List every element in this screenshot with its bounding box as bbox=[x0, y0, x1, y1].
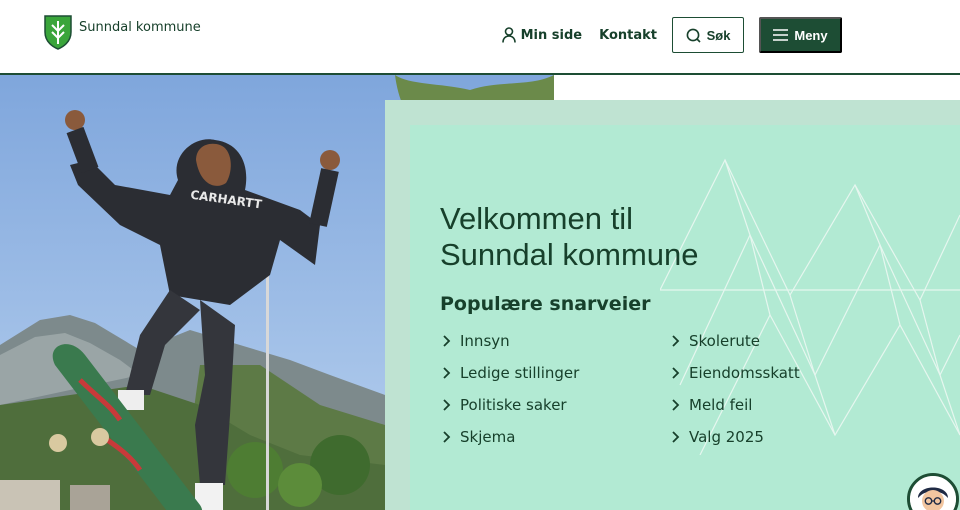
shortcut-label: Skjema bbox=[460, 428, 516, 446]
shortcut-link-valg-2025[interactable]: Valg 2025 bbox=[669, 427, 898, 447]
user-icon bbox=[501, 27, 516, 43]
chevron-right-icon bbox=[672, 431, 680, 443]
shortcut-label: Eiendomsskatt bbox=[689, 364, 800, 382]
shortcut-link-innsyn[interactable]: Innsyn bbox=[440, 331, 669, 351]
shortcut-label: Politiske saker bbox=[460, 396, 567, 414]
shortcut-link-skolerute[interactable]: Skolerute bbox=[669, 331, 898, 351]
shortcut-label: Skolerute bbox=[689, 332, 761, 350]
shortcuts-heading: Populære snarveier bbox=[440, 293, 651, 315]
chevron-right-icon bbox=[443, 431, 451, 443]
site-header: Sunndal kommune Min side Kontakt Søk Men… bbox=[0, 0, 960, 75]
welcome-title-line2: Sunndal kommune bbox=[440, 237, 699, 272]
shortcut-label: Meld feil bbox=[689, 396, 753, 414]
shortcut-link-ledige-stillinger[interactable]: Ledige stillinger bbox=[440, 363, 669, 383]
kontakt-link[interactable]: Kontakt bbox=[599, 28, 657, 43]
shortcut-links: Innsyn Skolerute Ledige stillinger Eiend… bbox=[440, 331, 900, 447]
chevron-right-icon bbox=[672, 399, 680, 411]
chevron-right-icon bbox=[672, 367, 680, 379]
coat-of-arms-icon bbox=[44, 15, 72, 50]
chevron-right-icon bbox=[443, 399, 451, 411]
min-side-link[interactable]: Min side bbox=[501, 27, 583, 43]
shortcut-link-skjema[interactable]: Skjema bbox=[440, 427, 669, 447]
shortcut-label: Innsyn bbox=[460, 332, 510, 350]
shortcut-label: Ledige stillinger bbox=[460, 364, 580, 382]
chevron-right-icon bbox=[672, 335, 680, 347]
search-button[interactable]: Søk bbox=[672, 17, 744, 53]
min-side-label: Min side bbox=[520, 27, 583, 43]
home-logo-link[interactable]: Sunndal kommune bbox=[43, 14, 201, 51]
welcome-title: Velkommen til Sunndal kommune bbox=[440, 201, 800, 273]
hamburger-icon bbox=[773, 29, 789, 41]
menu-button[interactable]: Meny bbox=[759, 17, 842, 53]
shortcut-link-meld-feil[interactable]: Meld feil bbox=[669, 395, 898, 415]
chevron-right-icon bbox=[443, 335, 451, 347]
search-icon bbox=[686, 28, 701, 43]
welcome-panel: Velkommen til Sunndal kommune Populære s… bbox=[410, 125, 960, 510]
top-nav: Min side Kontakt Søk Meny bbox=[501, 17, 842, 53]
menu-label: Meny bbox=[794, 27, 828, 43]
shortcut-label: Valg 2025 bbox=[689, 428, 764, 446]
chevron-right-icon bbox=[443, 367, 451, 379]
shortcut-link-eiendomsskatt[interactable]: Eiendomsskatt bbox=[669, 363, 898, 383]
welcome-title-line1: Velkommen til bbox=[440, 201, 633, 236]
search-label: Søk bbox=[706, 27, 731, 43]
logo-text: Sunndal kommune bbox=[79, 20, 201, 35]
shortcut-link-politiske-saker[interactable]: Politiske saker bbox=[440, 395, 669, 415]
chat-avatar-icon bbox=[910, 476, 956, 510]
